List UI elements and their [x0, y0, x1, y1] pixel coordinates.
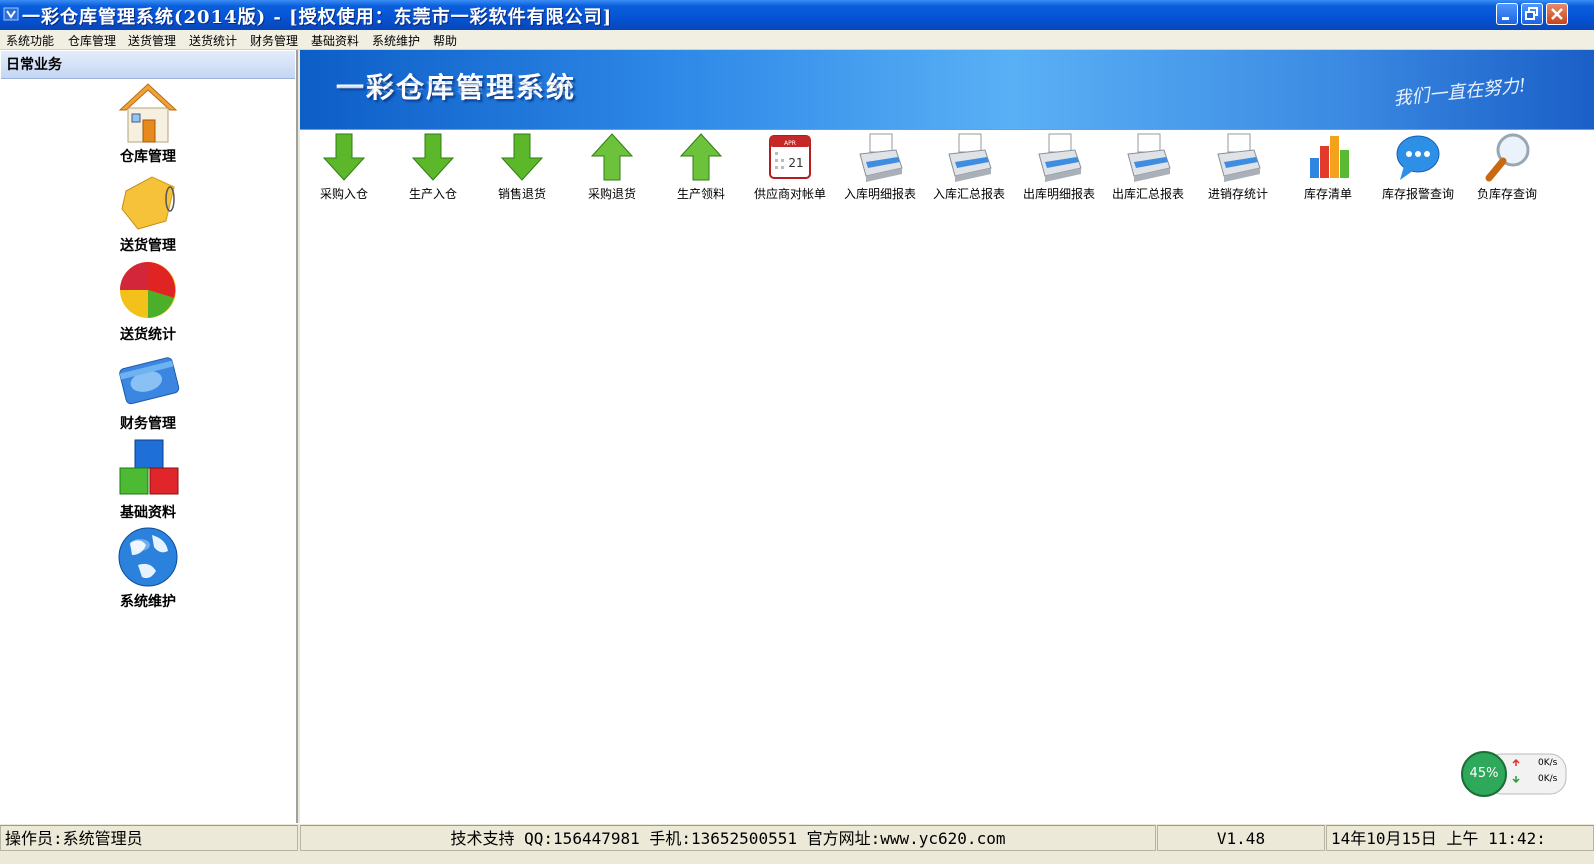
menu-base-data[interactable]: 基础资料 [311, 32, 359, 49]
tool-label: 负库存查询 [1476, 187, 1537, 201]
tool-stock-alert-query[interactable]: 库存报警查询 [1374, 132, 1462, 201]
restore-button[interactable] [1521, 3, 1543, 25]
menu-help[interactable]: 帮助 [433, 32, 457, 49]
printer-icon [1038, 133, 1082, 182]
arrow-down-icon [322, 133, 366, 181]
tool-negative-stock-query[interactable]: 负库存查询 [1463, 132, 1551, 201]
tag-icon [121, 176, 175, 230]
blocks-icon [119, 439, 179, 495]
status-operator: 操作员:系统管理员 [0, 825, 298, 851]
sidebar-item-finance[interactable]: 财务管理 [98, 347, 198, 433]
tool-label: 采购入仓 [319, 187, 368, 201]
network-download: 0K/s [1538, 774, 1558, 784]
menu-system-functions[interactable]: 系统功能 [6, 32, 54, 49]
pie-chart-icon [120, 262, 176, 318]
minimize-icon [1502, 17, 1509, 20]
tool-production-issue[interactable]: 生产领料 [657, 132, 745, 201]
tool-purchase-return[interactable]: 采购退货 [568, 132, 656, 201]
close-icon [1551, 8, 1563, 20]
tool-label: 生产入仓 [408, 187, 457, 201]
tool-label: 进销存统计 [1207, 187, 1268, 201]
printer-icon [948, 133, 992, 182]
calendar-day: 21 [788, 156, 803, 170]
network-monitor[interactable]: 45% 0K/s 0K/s [1460, 750, 1570, 800]
close-button[interactable] [1546, 3, 1568, 25]
sidebar-item-maintenance[interactable]: 系统维护 [98, 525, 198, 611]
printer-icon [1127, 133, 1171, 182]
menu-warehouse[interactable]: 仓库管理 [68, 32, 116, 49]
tool-supplier-statement[interactable]: APR 21 供应商对帐单 [746, 132, 834, 201]
tool-label: 库存清单 [1303, 187, 1352, 201]
tool-label: 入库汇总报表 [932, 187, 1005, 201]
tool-outbound-detail-report[interactable]: 出库明细报表 [1015, 132, 1103, 201]
menu-maintenance[interactable]: 系统维护 [372, 32, 420, 49]
arrow-down-icon [500, 133, 544, 181]
arrow-up-icon [679, 133, 723, 181]
sidebar-item-label: 送货统计 [120, 327, 176, 343]
app-icon [3, 7, 19, 21]
network-percent: 45% [1469, 766, 1499, 781]
tool-label: 生产领料 [676, 187, 725, 201]
tool-label: 库存报警查询 [1381, 187, 1454, 201]
tool-label: 出库明细报表 [1022, 187, 1095, 201]
network-upload: 0K/s [1538, 758, 1558, 768]
tool-inbound-detail-report[interactable]: 入库明细报表 [836, 132, 924, 201]
status-datetime: 14年10月15日 上午 11:42: [1326, 825, 1594, 851]
sidebar-item-label: 送货管理 [120, 238, 176, 254]
sidebar-item-label: 系统维护 [120, 594, 176, 610]
tool-purchase-in[interactable]: 采购入仓 [300, 132, 388, 201]
menu-bar: 系统功能 仓库管理 送货管理 送货统计 财务管理 基础资料 系统维护 帮助 [0, 30, 1594, 50]
sidebar-item-warehouse[interactable]: 仓库管理 [98, 80, 198, 166]
sidebar-item-label: 基础资料 [120, 505, 176, 521]
sidebar-item-base-data[interactable]: 基础资料 [98, 436, 198, 522]
menu-delivery-stats[interactable]: 送货统计 [189, 32, 237, 49]
minimize-button[interactable] [1496, 3, 1518, 25]
restore-icon [1525, 7, 1538, 20]
menu-finance[interactable]: 财务管理 [250, 32, 298, 49]
main-workspace: 采购入仓 生产入仓 销售退货 采购退货 生产领料 APR 21 供应商对帐单 入… [300, 130, 1594, 823]
sidebar-item-label: 财务管理 [120, 416, 176, 432]
title-bar: 一彩仓库管理系统(2014版) - [授权使用：东莞市一彩软件有限公司] [0, 0, 1594, 30]
tool-inventory-stats[interactable]: 进销存统计 [1194, 132, 1282, 201]
tool-label: 采购退货 [587, 187, 636, 201]
banner-slogan: 我们一直在努力! [1392, 75, 1527, 110]
tool-label: 销售退货 [497, 187, 546, 201]
sidebar-header: 日常业务 [1, 51, 295, 79]
window-title: 一彩仓库管理系统(2014版) - [授权使用：东莞市一彩软件有限公司] [22, 7, 613, 28]
tool-production-in[interactable]: 生产入仓 [389, 132, 477, 201]
tool-sales-return[interactable]: 销售退货 [478, 132, 566, 201]
sidebar: 日常业务 仓库管理 送货管理 送货统计 财务管理 基础资料 系统维护 [0, 50, 298, 823]
tool-outbound-summary-report[interactable]: 出库汇总报表 [1104, 132, 1192, 201]
arrow-up-icon [590, 133, 634, 181]
banner: 一彩仓库管理系统 一彩仓库管理系统 我们一直在努力! [300, 50, 1594, 130]
tool-inbound-summary-report[interactable]: 入库汇总报表 [925, 132, 1013, 201]
tool-label: 入库明细报表 [843, 187, 916, 201]
calendar-month: APR [784, 140, 796, 147]
bar-chart-icon [1310, 136, 1349, 178]
tool-label: 供应商对帐单 [753, 187, 826, 201]
tool-stock-list[interactable]: 库存清单 [1284, 132, 1372, 201]
status-version: V1.48 [1157, 825, 1325, 851]
menu-delivery[interactable]: 送货管理 [128, 32, 176, 49]
card-icon [119, 357, 180, 405]
banner-title-reflection: 一彩仓库管理系统 [336, 79, 577, 96]
sidebar-item-delivery[interactable]: 送货管理 [98, 169, 198, 255]
status-bar: 操作员:系统管理员 技术支持 QQ:156447981 手机:136525005… [0, 823, 1594, 864]
arrow-down-icon [411, 133, 455, 181]
speech-bubble-icon [1396, 135, 1440, 180]
globe-icon [118, 527, 178, 587]
house-icon [118, 83, 178, 143]
tool-label: 出库汇总报表 [1111, 187, 1184, 201]
status-support: 技术支持 QQ:156447981 手机:13652500551 官方网址:ww… [300, 825, 1156, 851]
magnifier-icon [1485, 133, 1530, 182]
calendar-icon: APR 21 [769, 135, 811, 179]
printer-icon [859, 133, 903, 182]
printer-icon [1217, 133, 1261, 182]
sidebar-item-label: 仓库管理 [120, 149, 176, 165]
sidebar-item-delivery-stats[interactable]: 送货统计 [98, 258, 198, 344]
